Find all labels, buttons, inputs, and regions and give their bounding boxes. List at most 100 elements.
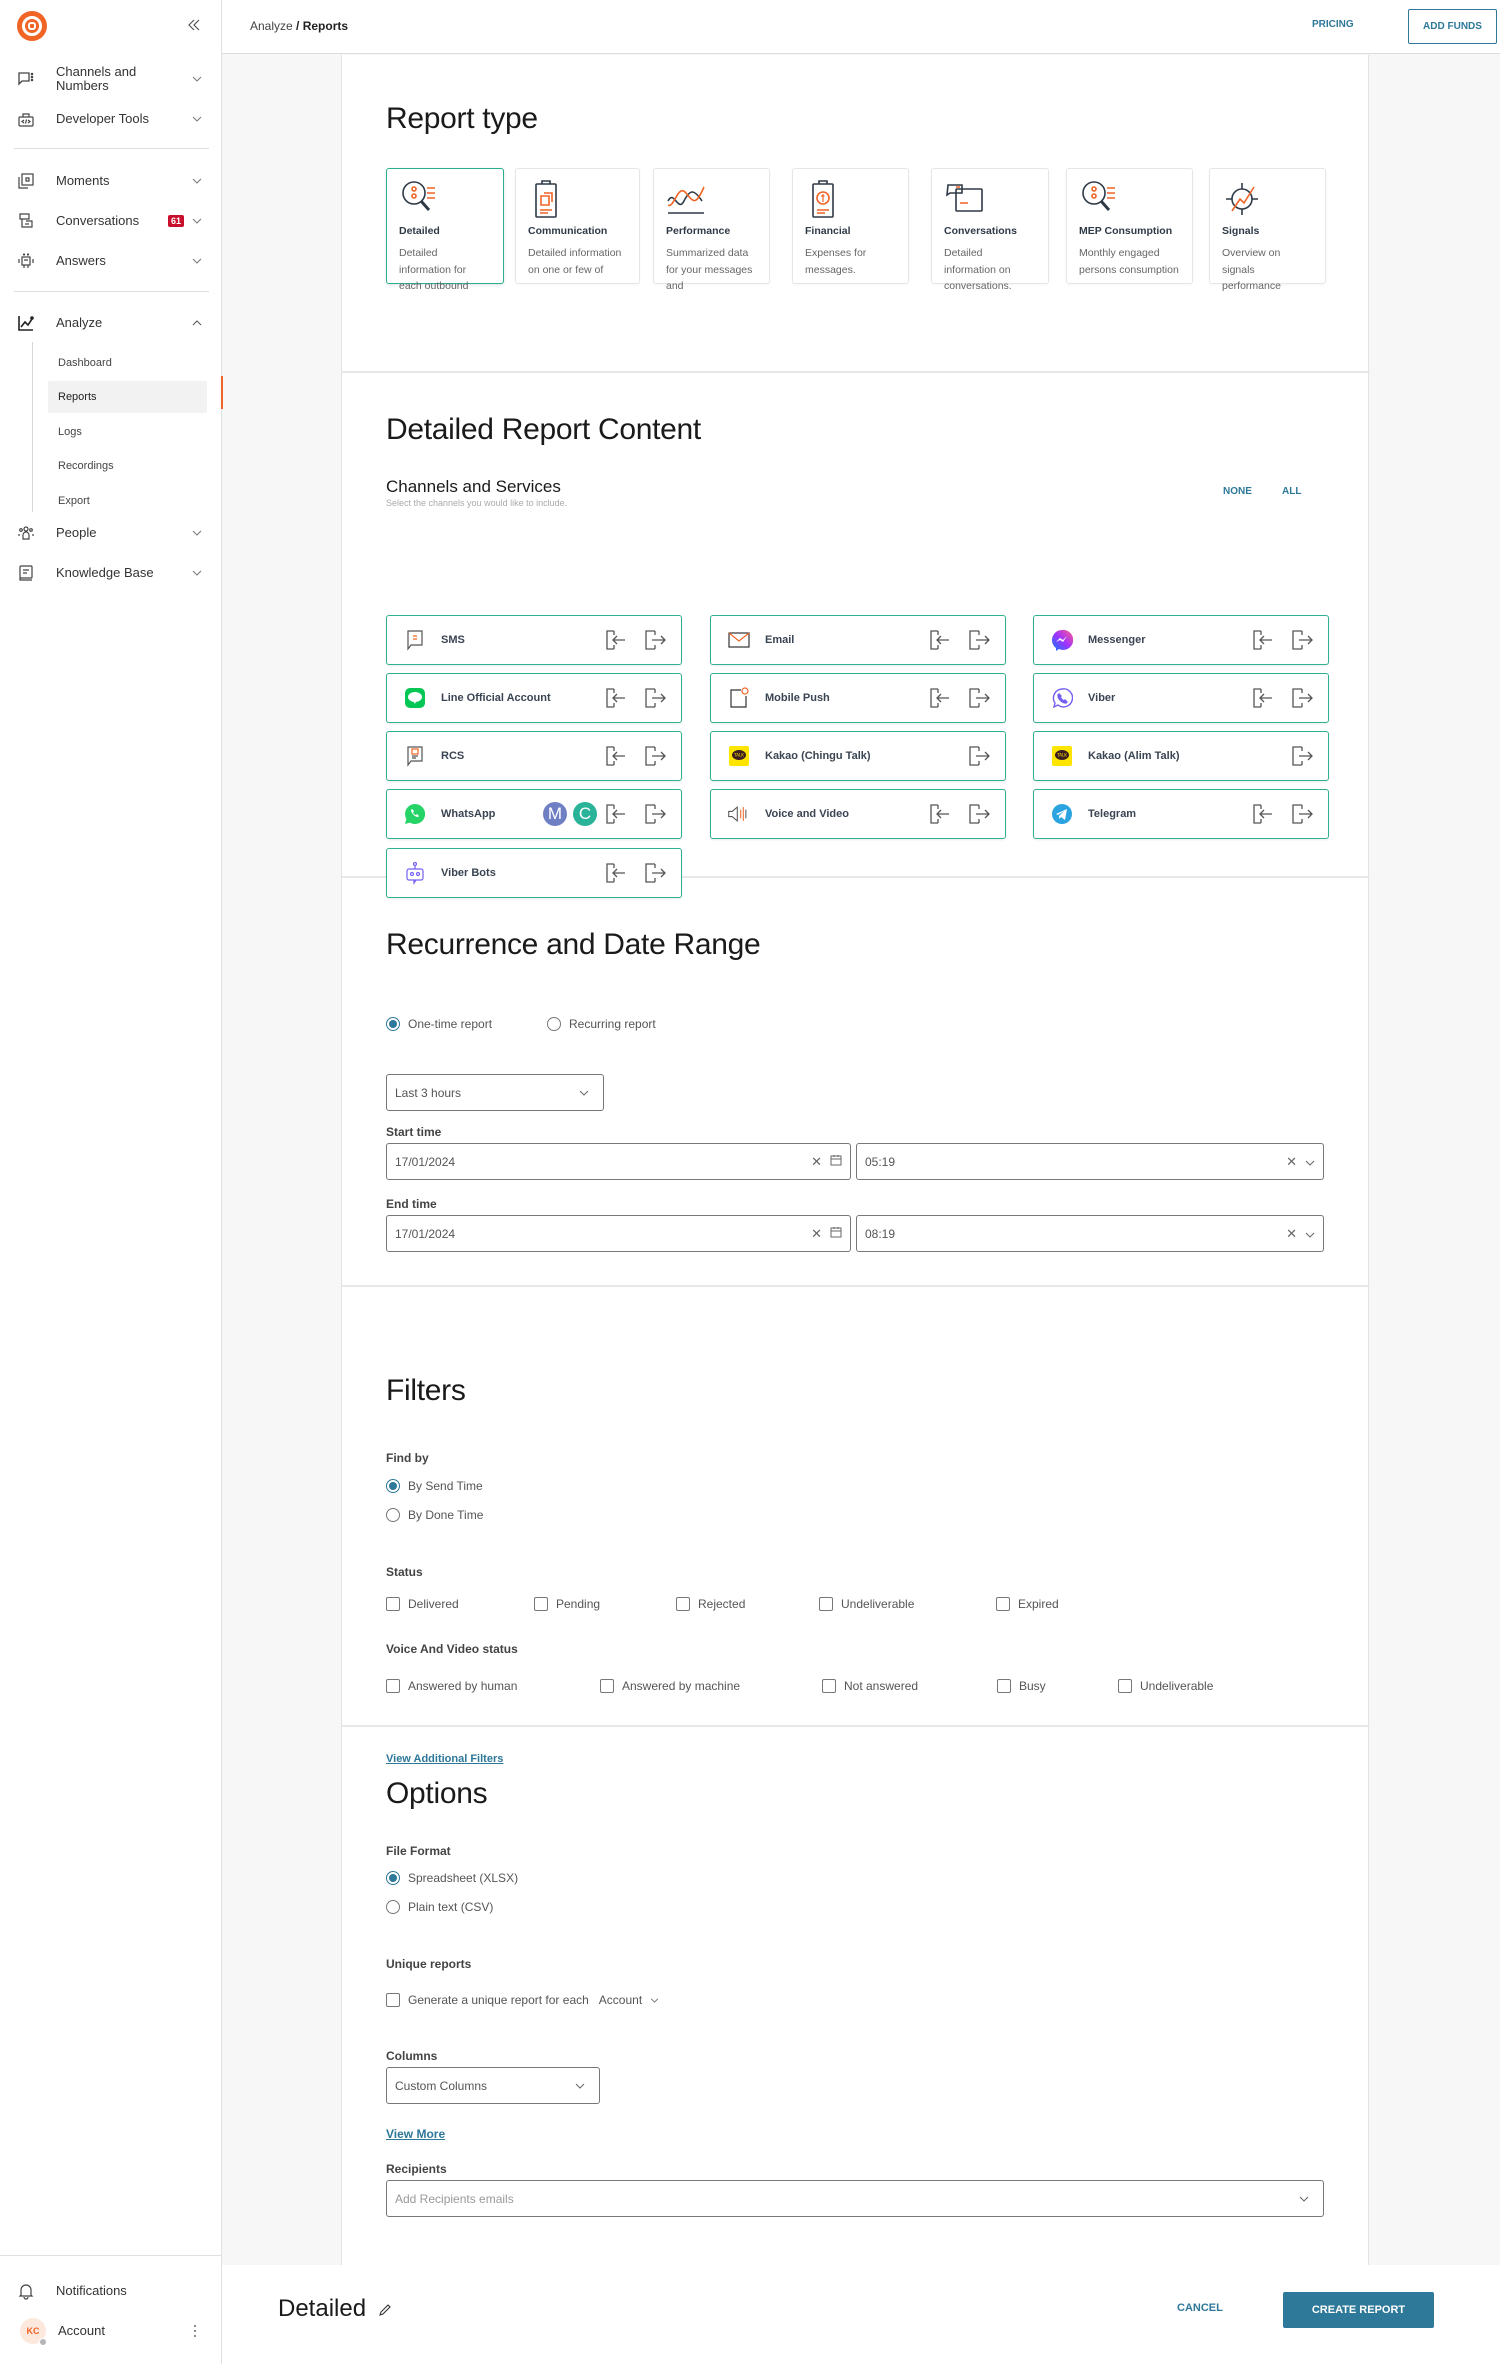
clear-icon[interactable]: ✕ [1286,1154,1297,1170]
inbound-toggle-icon[interactable] [1250,685,1276,711]
voice-busy-checkbox[interactable]: Busy [997,1679,1046,1693]
status-rejected-checkbox[interactable]: Rejected [676,1597,745,1611]
sidebar-item-knowledge-base[interactable]: Knowledge Base [14,558,204,588]
end-date-input[interactable]: 17/01/2024 ✕ [386,1215,851,1252]
report-type-card-conversations[interactable]: Conversations Detailed information on co… [931,168,1049,292]
clear-icon[interactable]: ✕ [811,1226,822,1242]
channel-card-viber[interactable]: Viber [1033,673,1329,723]
channel-card-voice-and-video[interactable]: Voice and Video [710,789,1006,839]
sidebar-item-answers[interactable]: Answers [14,246,204,276]
channel-card-mobile-push[interactable]: Mobile Push [710,673,1006,723]
outbound-toggle-icon[interactable] [1289,627,1315,653]
add-funds-button[interactable]: ADD FUNDS [1408,9,1497,44]
sidebar-subitem-reports[interactable]: Reports [48,381,207,413]
channel-card-messenger[interactable]: Messenger [1033,615,1329,665]
outbound-toggle-icon[interactable] [1289,743,1315,769]
sidebar-item-conversations[interactable]: Conversations 61 [14,206,204,236]
inbound-toggle-icon[interactable] [927,627,953,653]
calendar-icon[interactable] [830,1154,842,1169]
brand-logo[interactable] [17,11,47,41]
by-done-time-radio[interactable]: By Done Time [386,1508,483,1522]
outbound-toggle-icon[interactable] [1289,685,1315,711]
sidebar-item-developer-tools[interactable]: Developer Tools [14,104,204,134]
inbound-toggle-icon[interactable] [603,627,629,653]
channel-card-line-official-account[interactable]: Line Official Account [386,673,682,723]
cancel-button[interactable]: CANCEL [1177,2302,1223,2314]
sender-avatar[interactable]: C [573,802,597,826]
outbound-toggle-icon[interactable] [642,801,668,827]
by-send-time-radio[interactable]: By Send Time [386,1479,483,1493]
create-report-button[interactable]: CREATE REPORT [1283,2292,1434,2328]
voice-answered-by-human-checkbox[interactable]: Answered by human [386,1679,517,1693]
report-type-card-signals[interactable]: Signals Overview on signals performance [1209,168,1326,292]
collapse-sidebar-icon[interactable] [184,16,204,36]
outbound-toggle-icon[interactable] [966,627,992,653]
xlsx-radio[interactable]: Spreadsheet (XLSX) [386,1871,518,1885]
channel-card-kakao-alim-talk[interactable]: TALK Kakao (Alim Talk) [1033,731,1329,781]
one-time-report-radio[interactable]: One-time report [386,1017,492,1031]
view-more-link[interactable]: View More [386,2127,445,2141]
sidebar-subitem-dashboard[interactable]: Dashboard [48,347,207,379]
sidebar-subitem-recordings[interactable]: Recordings [48,450,207,482]
channel-card-rcs[interactable]: RCS [386,731,682,781]
unique-by-select[interactable]: Account [599,1993,659,2007]
select-all-button[interactable]: ALL [1282,486,1301,497]
clear-icon[interactable]: ✕ [811,1154,822,1170]
date-range-select[interactable]: Last 3 hours [386,1074,604,1111]
inbound-toggle-icon[interactable] [603,685,629,711]
sender-avatar[interactable]: M [543,802,567,826]
select-none-button[interactable]: NONE [1223,486,1252,497]
recipients-input[interactable]: Add Recipients emails [386,2180,1324,2217]
report-type-card-communication[interactable]: Communication Detailed information on on… [515,168,640,284]
status-delivered-checkbox[interactable]: Delivered [386,1597,459,1611]
inbound-toggle-icon[interactable] [603,743,629,769]
outbound-toggle-icon[interactable] [1289,801,1315,827]
start-time-select[interactable]: 05:19 ✕ [856,1143,1324,1180]
sidebar-item-channels-and-numbers[interactable]: Channels and Numbers [14,64,204,94]
channel-card-email[interactable]: Email [710,615,1006,665]
report-type-card-mep-consumption[interactable]: MEP Consumption Monthly engaged persons … [1066,168,1193,284]
more-vertical-icon[interactable] [188,2324,202,2338]
outbound-toggle-icon[interactable] [966,743,992,769]
channel-card-telegram[interactable]: Telegram [1033,789,1329,839]
inbound-toggle-icon[interactable] [1250,627,1276,653]
csv-radio[interactable]: Plain text (CSV) [386,1900,493,1914]
channel-card-kakao-chingu-talk[interactable]: TALK Kakao (Chingu Talk) [710,731,1006,781]
sidebar-item-notifications[interactable]: Notifications [14,2276,204,2306]
edit-name-icon[interactable] [378,2303,394,2319]
columns-select[interactable]: Custom Columns [386,2067,600,2104]
report-type-card-detailed[interactable]: Detailed Detailed information for each o… [386,168,504,292]
sidebar-item-account[interactable]: KC Account [20,2316,210,2346]
voice-undeliverable-checkbox[interactable]: Undeliverable [1118,1679,1213,1693]
status-pending-checkbox[interactable]: Pending [534,1597,600,1611]
end-time-select[interactable]: 08:19 ✕ [856,1215,1324,1252]
inbound-toggle-icon[interactable] [927,801,953,827]
outbound-toggle-icon[interactable] [966,801,992,827]
status-undeliverable-checkbox[interactable]: Undeliverable [819,1597,914,1611]
sidebar-subitem-export[interactable]: Export [48,485,207,517]
outbound-toggle-icon[interactable] [966,685,992,711]
status-expired-checkbox[interactable]: Expired [996,1597,1059,1611]
sidebar-item-moments[interactable]: Moments [14,166,204,196]
report-type-card-financial[interactable]: Financial Expenses for messages. [792,168,909,284]
outbound-toggle-icon[interactable] [642,627,668,653]
outbound-toggle-icon[interactable] [642,685,668,711]
recurring-report-radio[interactable]: Recurring report [547,1017,656,1031]
voice-not-answered-checkbox[interactable]: Not answered [822,1679,918,1693]
sidebar-subitem-logs[interactable]: Logs [48,416,207,448]
breadcrumb-parent[interactable]: Analyze [250,19,293,33]
inbound-toggle-icon[interactable] [603,801,629,827]
start-date-input[interactable]: 17/01/2024 ✕ [386,1143,851,1180]
channel-card-sms[interactable]: SMS [386,615,682,665]
outbound-toggle-icon[interactable] [642,743,668,769]
sidebar-item-analyze[interactable]: Analyze [14,308,204,338]
voice-answered-by-machine-checkbox[interactable]: Answered by machine [600,1679,740,1693]
unique-report-checkbox[interactable]: Generate a unique report for each Accoun… [386,1993,659,2007]
inbound-toggle-icon[interactable] [927,685,953,711]
report-type-card-performance[interactable]: Performance Summarized data for your mes… [653,168,770,292]
clear-icon[interactable]: ✕ [1286,1226,1297,1242]
channel-card-whatsapp[interactable]: WhatsApp MC [386,789,682,839]
pricing-link[interactable]: PRICING [1312,19,1354,30]
inbound-toggle-icon[interactable] [1250,801,1276,827]
calendar-icon[interactable] [830,1226,842,1241]
